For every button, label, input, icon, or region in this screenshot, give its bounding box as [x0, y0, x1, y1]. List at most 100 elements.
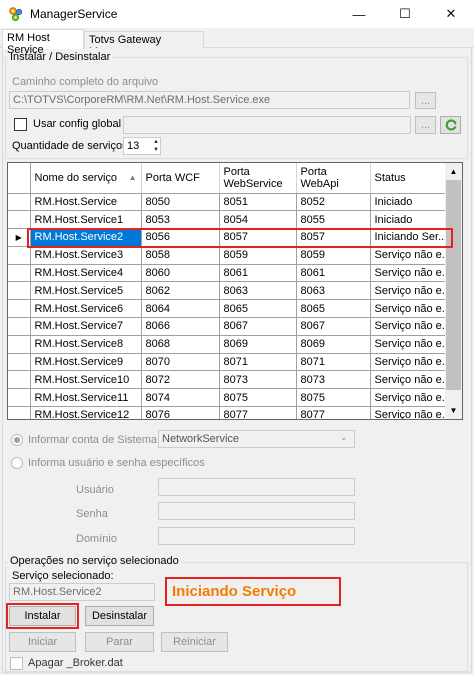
cell-wcf-port[interactable]: 8074: [141, 388, 220, 408]
cell-webapi-port[interactable]: 8065: [296, 299, 371, 319]
delete-broker-checkbox[interactable]: [10, 657, 23, 670]
browse-global-config-button[interactable]: ...: [415, 116, 436, 134]
table-row[interactable]: RM.Host.Service9 8070 8071 8071 Serviço não …: [8, 353, 456, 372]
cell-webapi-port[interactable]: 8055: [296, 210, 371, 230]
cell-status[interactable]: Serviço não e...: [370, 317, 456, 336]
cell-status[interactable]: Iniciado: [370, 193, 456, 212]
column-header-wcf-port[interactable]: Porta WCF: [141, 163, 220, 194]
cell-webapi-port[interactable]: 8077: [296, 406, 371, 419]
user-password-radio[interactable]: [11, 457, 23, 469]
cell-webservice-port[interactable]: 8065: [219, 299, 297, 319]
browse-path-button[interactable]: ...: [415, 92, 436, 109]
cell-webservice-port[interactable]: 8054: [219, 210, 297, 230]
table-row[interactable]: RM.Host.Service8 8068 8069 8069 Serviço não …: [8, 335, 456, 354]
row-header[interactable]: [8, 388, 31, 408]
table-row[interactable]: RM.Host.Service4 8060 8061 8061 Serviço não …: [8, 264, 456, 283]
cell-service-name[interactable]: RM.Host.Service7: [30, 317, 142, 336]
row-header[interactable]: [8, 370, 31, 390]
cell-status[interactable]: Serviço não e...: [370, 299, 456, 319]
cell-wcf-port[interactable]: 8070: [141, 353, 220, 372]
cell-service-name[interactable]: RM.Host.Service11: [30, 388, 142, 408]
cell-webapi-port[interactable]: 8073: [296, 370, 371, 390]
scroll-down-icon[interactable]: ▼: [445, 402, 462, 419]
cell-webapi-port[interactable]: 8059: [296, 246, 371, 265]
cell-wcf-port[interactable]: 8066: [141, 317, 220, 336]
table-row[interactable]: RM.Host.Service5 8062 8063 8063 Serviço não …: [8, 281, 456, 301]
password-field[interactable]: [158, 502, 355, 520]
use-global-config-checkbox[interactable]: [14, 118, 27, 131]
cell-service-name[interactable]: RM.Host.Service3: [30, 246, 142, 265]
user-field[interactable]: [158, 478, 355, 496]
cell-webservice-port[interactable]: 8059: [219, 246, 297, 265]
cell-webservice-port[interactable]: 8077: [219, 406, 297, 419]
table-row[interactable]: RM.Host.Service7 8066 8067 8067 Serviço não …: [8, 317, 456, 336]
system-account-select[interactable]: NetworkService: [158, 430, 355, 448]
grid-vertical-scrollbar[interactable]: ▲ ▼: [445, 163, 462, 419]
cell-wcf-port[interactable]: 8058: [141, 246, 220, 265]
table-row[interactable]: RM.Host.Service10 8072 8073 8073 Serviço não…: [8, 370, 456, 390]
cell-webapi-port[interactable]: 8052: [296, 193, 371, 212]
cell-status[interactable]: Serviço não e...: [370, 388, 456, 408]
cell-status[interactable]: Serviço não e...: [370, 246, 456, 265]
row-header[interactable]: [8, 353, 31, 372]
cell-webservice-port[interactable]: 8075: [219, 388, 297, 408]
domain-field[interactable]: [158, 527, 355, 545]
table-row[interactable]: RM.Host.Service 8050 8051 8052 Iniciado: [8, 193, 456, 212]
minimize-button[interactable]: —: [336, 0, 382, 28]
cell-webapi-port[interactable]: 8069: [296, 335, 371, 354]
cell-status[interactable]: Serviço não e...: [370, 406, 456, 419]
chevron-down-icon[interactable]: ⌄: [340, 432, 348, 443]
scroll-up-icon[interactable]: ▲: [445, 163, 462, 180]
row-header[interactable]: [8, 335, 31, 354]
maximize-button[interactable]: ☐: [382, 0, 428, 28]
table-row[interactable]: RM.Host.Service6 8064 8065 8065 Serviço não …: [8, 299, 456, 319]
cell-webservice-port[interactable]: 8073: [219, 370, 297, 390]
cell-wcf-port[interactable]: 8050: [141, 193, 220, 212]
cell-service-name[interactable]: RM.Host.Service12: [30, 406, 142, 419]
cell-wcf-port[interactable]: 8072: [141, 370, 220, 390]
cell-webservice-port[interactable]: 8063: [219, 281, 297, 301]
cell-wcf-port[interactable]: 8064: [141, 299, 220, 319]
start-button[interactable]: Iniciar: [9, 632, 76, 652]
restart-button[interactable]: Reiniciar: [161, 632, 228, 652]
cell-service-name[interactable]: RM.Host.Service5: [30, 281, 142, 301]
cell-service-name[interactable]: RM.Host.Service10: [30, 370, 142, 390]
row-header[interactable]: [8, 317, 31, 336]
cell-webapi-port[interactable]: 8071: [296, 353, 371, 372]
selected-service-field[interactable]: RM.Host.Service2: [9, 583, 155, 601]
system-account-radio[interactable]: [11, 434, 23, 446]
cell-webapi-port[interactable]: 8061: [296, 264, 371, 283]
cell-service-name[interactable]: RM.Host.Service: [30, 193, 142, 212]
services-grid[interactable]: Nome do serviço ▲ Porta WCF Porta WebServ…: [7, 162, 463, 420]
cell-status[interactable]: Serviço não e...: [370, 281, 456, 301]
cell-webservice-port[interactable]: 8051: [219, 193, 297, 212]
tab-rm-host-service[interactable]: RM Host Service: [2, 29, 84, 56]
scrollbar-thumb[interactable]: [446, 180, 461, 390]
row-header[interactable]: [8, 210, 31, 230]
cell-wcf-port[interactable]: 8068: [141, 335, 220, 354]
cell-service-name[interactable]: RM.Host.Service1: [30, 210, 142, 230]
cell-status[interactable]: Iniciado: [370, 210, 456, 230]
cell-service-name[interactable]: RM.Host.Service8: [30, 335, 142, 354]
row-header[interactable]: [8, 406, 31, 419]
cell-status[interactable]: Serviço não e...: [370, 353, 456, 372]
tab-totvs-gateway-manager[interactable]: Totvs Gateway Manager: [84, 31, 204, 58]
table-row[interactable]: RM.Host.Service3 8058 8059 8059 Serviço não …: [8, 246, 456, 265]
column-header-status[interactable]: Status: [370, 163, 456, 194]
column-header-webapi-port[interactable]: Porta WebApi: [296, 163, 371, 194]
table-row[interactable]: RM.Host.Service1 8053 8054 8055 Iniciado: [8, 210, 456, 230]
cell-webapi-port[interactable]: 8063: [296, 281, 371, 301]
cell-webservice-port[interactable]: 8061: [219, 264, 297, 283]
cell-status[interactable]: Serviço não e...: [370, 335, 456, 354]
cell-wcf-port[interactable]: 8062: [141, 281, 220, 301]
cell-wcf-port[interactable]: 8053: [141, 210, 220, 230]
column-header-name[interactable]: Nome do serviço ▲: [30, 163, 142, 194]
close-button[interactable]: ✕: [428, 0, 474, 28]
table-row[interactable]: RM.Host.Service11 8074 8075 8075 Serviço não…: [8, 388, 456, 408]
row-header[interactable]: [8, 193, 31, 212]
table-row[interactable]: RM.Host.Service12 8076 8077 8077 Serviço não…: [8, 406, 456, 419]
stop-button[interactable]: Parar: [85, 632, 154, 652]
cell-status[interactable]: Serviço não e...: [370, 264, 456, 283]
row-header[interactable]: [8, 246, 31, 265]
cell-webservice-port[interactable]: 8069: [219, 335, 297, 354]
